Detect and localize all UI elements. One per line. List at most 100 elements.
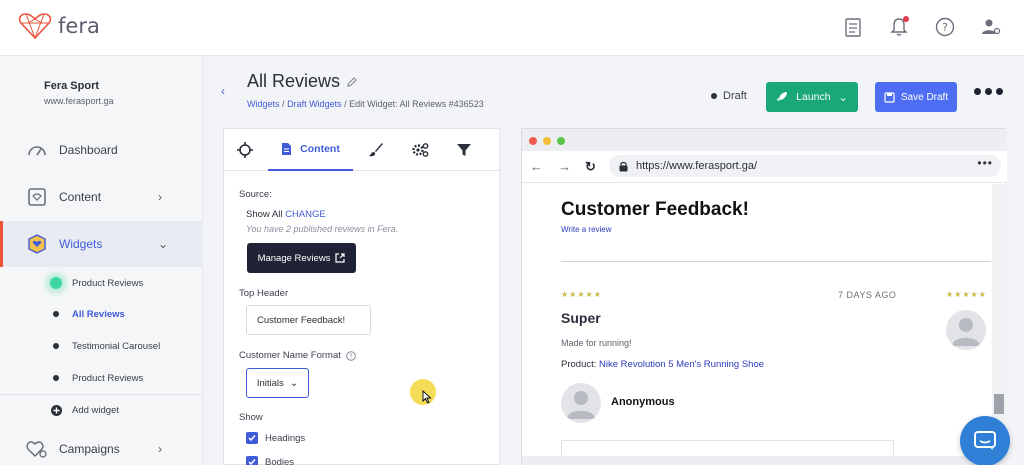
browser-forward-icon[interactable]: → <box>558 159 571 174</box>
review-stars: ★★★★★ <box>561 290 602 299</box>
browser-menu-icon[interactable]: ••• <box>977 156 993 170</box>
horizontal-scrollbar[interactable] <box>522 456 992 465</box>
add-widget-label: Add widget <box>72 404 120 416</box>
floppy-disk-icon <box>884 91 895 103</box>
sidebar-item-dashboard[interactable]: Dashboard <box>0 127 203 173</box>
sidebar-item-widgets[interactable]: Widgets ⌄ <box>0 221 203 267</box>
help-icon[interactable]: ? <box>346 350 356 361</box>
svg-text:?: ? <box>942 21 948 34</box>
published-reviews-hint: You have 2 published reviews in Fera. <box>246 224 399 234</box>
review-product: Product: Nike Revolution 5 Men's Running… <box>561 359 764 370</box>
svg-text:?: ? <box>349 352 353 360</box>
store-url: www.ferasport.ga <box>44 96 114 106</box>
browser-title-bar <box>522 129 1007 151</box>
status-dot <box>711 93 717 99</box>
headings-checkbox-row[interactable]: Headings <box>246 432 305 444</box>
source-label: Source: <box>239 189 272 200</box>
breadcrumb: Widgets / Draft Widgets / Edit Widget: A… <box>247 99 484 109</box>
plus-circle-icon <box>51 404 62 416</box>
mouse-cursor-icon <box>422 390 432 404</box>
close-window-dot[interactable] <box>529 137 537 145</box>
sidebar-item-content[interactable]: Content › <box>0 174 203 220</box>
sidebar-item-campaigns[interactable]: Campaigns › <box>0 426 203 465</box>
sidebar-subitem-testimonial-carousel[interactable]: Testimonial Carousel <box>0 331 203 361</box>
sidebar-item-label: Dashboard <box>59 143 118 157</box>
editor-tabs: Content <box>224 129 501 171</box>
manage-reviews-label: Manage Reviews <box>257 252 331 264</box>
help-icon[interactable]: ? <box>934 16 956 38</box>
chevron-down-icon: ⌄ <box>289 377 299 389</box>
paint-brush-icon <box>369 143 383 157</box>
sidebar-subitem-label: Testimonial Carousel <box>72 340 161 352</box>
preview-divider <box>561 261 991 262</box>
tab-filters[interactable] <box>443 129 485 171</box>
address-bar[interactable]: https://www.ferasport.ga/ ••• <box>609 155 1001 177</box>
bodies-checkbox-row[interactable]: Bodies <box>246 456 294 465</box>
tab-targeting[interactable] <box>224 129 266 171</box>
name-format-label-row: Customer Name Format ? <box>239 350 356 361</box>
checkbox-label: Headings <box>265 432 306 444</box>
tab-content[interactable]: Content <box>268 129 353 171</box>
name-format-label: Customer Name Format <box>239 350 341 361</box>
show-label: Show <box>239 412 263 423</box>
hearts-icon <box>26 441 47 458</box>
external-link-icon <box>335 253 346 263</box>
sidebar-item-label: Campaigns <box>59 442 120 456</box>
breadcrumb-draft-widgets[interactable]: Draft Widgets <box>287 99 342 109</box>
bell-icon[interactable] <box>888 16 910 38</box>
review-date: 7 DAYS AGO <box>838 290 897 300</box>
pencil-icon[interactable] <box>346 76 358 88</box>
name-format-select[interactable]: Initials ⌄ <box>246 368 309 398</box>
page-title: All Reviews <box>247 71 358 92</box>
save-draft-button[interactable]: Save Draft <box>875 82 957 112</box>
avatar <box>946 310 986 350</box>
user-settings-icon[interactable] <box>980 16 1002 38</box>
maximize-window-dot[interactable] <box>557 137 565 145</box>
breadcrumb-widgets[interactable]: Widgets <box>247 99 280 109</box>
fera-logo[interactable]: fera <box>18 12 100 40</box>
sidebar-subitem-product-reviews-2[interactable]: Product Reviews <box>0 363 203 393</box>
source-value-text: Show All <box>246 209 283 220</box>
reload-icon[interactable]: ↻ <box>585 159 596 175</box>
save-draft-label: Save Draft <box>900 91 949 103</box>
tab-content-label: Content <box>300 143 340 155</box>
add-widget-button[interactable]: Add widget <box>0 395 203 425</box>
back-arrow-icon[interactable]: ‹ <box>221 84 225 98</box>
scrollbar-thumb[interactable] <box>994 394 1004 414</box>
chevron-right-icon: › <box>158 190 162 204</box>
chevron-down-icon: ⌄ <box>158 237 169 251</box>
sidebar-item-label: Content <box>59 190 102 204</box>
manage-reviews-button[interactable]: Manage Reviews <box>247 243 356 273</box>
source-value: Show All CHANGE <box>246 209 326 220</box>
review-reply-box <box>561 440 894 456</box>
clipboard-icon[interactable] <box>842 16 864 38</box>
chat-support-button[interactable] <box>960 416 1010 465</box>
product-label: Product: <box>561 359 597 370</box>
preview-browser-window: ← → ↻ https://www.ferasport.ga/ ••• Cust… <box>521 128 1007 465</box>
sidebar-subitem-label: All Reviews <box>72 308 125 320</box>
gears-icon <box>412 143 429 157</box>
store-name: Fera Sport <box>44 80 100 92</box>
top-header-input[interactable]: Customer Feedback! <box>246 305 371 335</box>
browser-back-icon[interactable]: ← <box>530 159 543 174</box>
sidebar-subitem-label: Product Reviews <box>72 372 144 384</box>
sidebar-subitem-product-reviews[interactable]: Product Reviews <box>0 268 203 298</box>
tab-settings[interactable] <box>399 129 441 171</box>
more-options-icon[interactable] <box>974 88 1003 95</box>
write-review-link[interactable]: Write a review <box>561 225 612 234</box>
minimize-window-dot[interactable] <box>543 137 551 145</box>
product-link[interactable]: Nike Revolution 5 Men's Running Shoe <box>599 359 764 370</box>
top-header-label: Top Header <box>239 288 289 299</box>
breadcrumb-current: Edit Widget: All Reviews #436523 <box>349 99 484 109</box>
review-stars-right: ★★★★★ <box>946 290 987 299</box>
checkbox-checked-icon[interactable] <box>246 456 258 465</box>
widgets-badge-icon <box>28 234 46 254</box>
checkbox-checked-icon[interactable] <box>246 432 258 444</box>
launch-button[interactable]: Launch ⌄ <box>766 82 858 112</box>
checkbox-label: Bodies <box>265 456 295 465</box>
chat-bubble-icon <box>974 431 996 450</box>
tab-style[interactable] <box>355 129 397 171</box>
change-source-link[interactable]: CHANGE <box>285 209 326 220</box>
sidebar-subitem-all-reviews[interactable]: All Reviews <box>0 299 203 329</box>
status-indicator: Draft <box>711 90 747 102</box>
